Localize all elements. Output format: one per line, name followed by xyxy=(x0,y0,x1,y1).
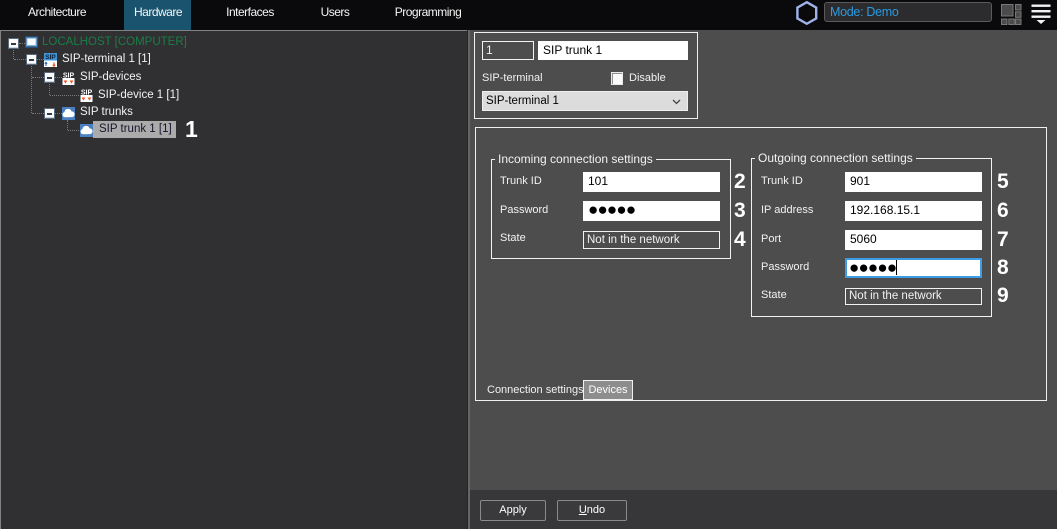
svg-text:SIP: SIP xyxy=(45,54,56,61)
